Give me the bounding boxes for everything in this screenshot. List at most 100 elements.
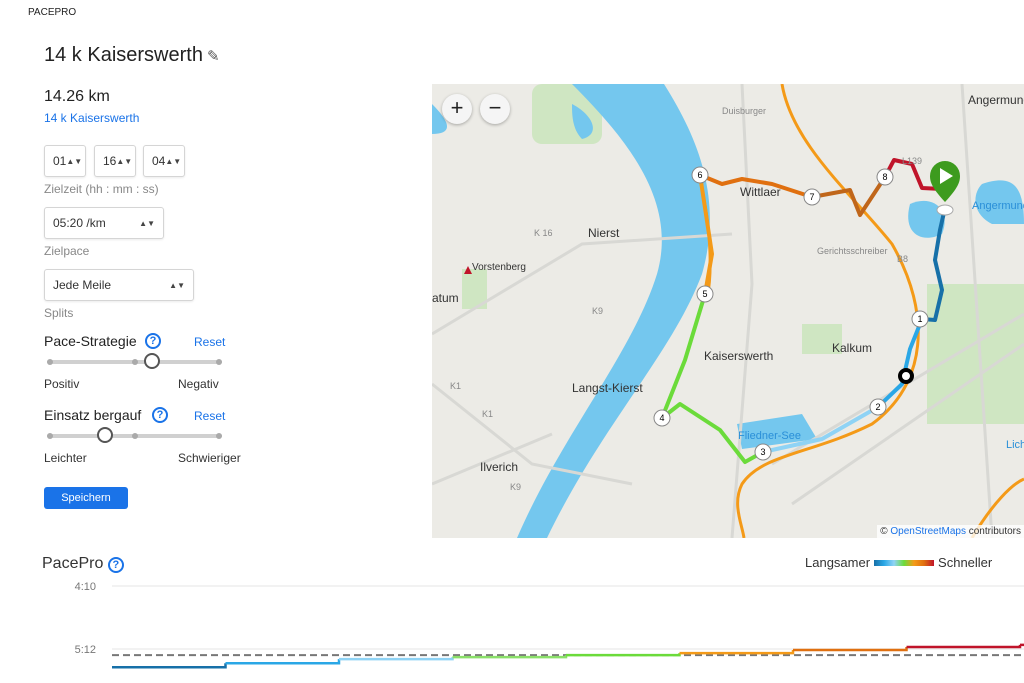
road-label: Gerichtsschreiber <box>817 246 888 256</box>
place-label: Kaiserswerth <box>704 349 773 363</box>
place-label: Nierst <box>588 226 620 240</box>
zoom-out-button[interactable]: − <box>480 94 510 124</box>
place-label: Langst-Kierst <box>572 381 643 395</box>
road-label: Duisburger <box>722 106 766 116</box>
road-label: L139 <box>902 156 922 166</box>
attribution-suffix: contributors <box>968 526 1021 537</box>
chart-legend: Langsamer Schneller <box>805 555 992 570</box>
road-label: K9 <box>592 306 603 316</box>
split-marker-label: 6 <box>697 170 702 180</box>
slider-tick <box>47 359 53 365</box>
uphill-reset[interactable]: Reset <box>194 409 225 423</box>
chart-header: PacePro ? <box>42 555 124 573</box>
app-brand: PACEPRO <box>28 7 77 18</box>
road-label: K1 <box>450 381 461 391</box>
slider-tick <box>47 433 53 439</box>
split-marker-label: 1 <box>917 314 922 324</box>
split-marker-label: 3 <box>760 447 765 457</box>
split-marker-label: 4 <box>659 413 664 423</box>
rhine-river <box>517 84 710 538</box>
split-marker-label: 8 <box>882 172 887 182</box>
splits-select[interactable]: Jede Meile ▲▼ <box>44 269 194 301</box>
map-attribution: © OpenStreetMaps contributors <box>877 525 1024 538</box>
minutes-value: 16 <box>103 154 117 168</box>
pace-segment <box>906 644 1022 649</box>
place-label: Angermund <box>968 93 1024 107</box>
pace-segment <box>679 650 795 655</box>
legend-fast: Schneller <box>938 555 993 570</box>
help-icon[interactable]: ? <box>152 407 168 423</box>
course-distance: 14.26 km <box>44 88 110 105</box>
place-label: Fliedner-See <box>738 430 801 442</box>
uphill-slider[interactable] <box>47 427 222 443</box>
pace-segment <box>339 657 454 661</box>
slider-tick <box>132 359 138 365</box>
split-marker-label: 2 <box>875 402 880 412</box>
pace-chart: 4:10 5:12 <box>75 581 1024 669</box>
save-button[interactable]: Speichern <box>44 487 128 509</box>
strategy-right-label: Negativ <box>178 377 219 391</box>
road-label: K9 <box>510 482 521 492</box>
y-tick-label: 5:12 <box>75 644 96 656</box>
place-label: atum <box>432 291 459 305</box>
map-canvas: Angermund Angermunder See Wittlaer Niers… <box>432 84 1024 538</box>
place-label: Angermunder See <box>972 200 1024 212</box>
strategy-reset[interactable]: Reset <box>194 335 225 349</box>
strategy-slider-handle[interactable] <box>144 353 160 369</box>
place-label: Ilverich <box>480 460 518 474</box>
pace-value: 05:20 /km <box>53 216 106 230</box>
minutes-select[interactable]: 16 ▲▼ <box>94 145 136 177</box>
hours-select[interactable]: 01 ▲▼ <box>44 145 86 177</box>
chart-title: PacePro <box>42 555 104 572</box>
hours-value: 01 <box>53 154 67 168</box>
uphill-slider-handle[interactable] <box>96 427 113 443</box>
split-marker-label: 5 <box>702 289 707 299</box>
slider-tick <box>216 359 222 365</box>
pace-segment <box>112 663 227 669</box>
legend-slow: Langsamer <box>805 555 871 570</box>
road-label: K 16 <box>534 228 553 238</box>
uphill-right-label: Schwieriger <box>178 451 241 465</box>
seconds-select[interactable]: 04 ▲▼ <box>143 145 185 177</box>
splits-label: Splits <box>44 306 74 320</box>
pace-segment <box>793 646 908 652</box>
help-icon[interactable]: ? <box>145 333 161 349</box>
target-pace-label: Zielpace <box>44 244 90 258</box>
place-label: Wittlaer <box>740 185 781 199</box>
uphill-title: Einsatz bergauf <box>44 407 142 423</box>
map-greens <box>462 84 1024 424</box>
osm-link[interactable]: OpenStreetMaps <box>890 526 966 537</box>
strategy-title: Pace-Strategie <box>44 333 137 349</box>
route-map[interactable]: Angermund Angermunder See Wittlaer Niers… <box>432 84 1024 538</box>
edit-pencil-icon[interactable]: ✎ <box>207 48 220 65</box>
strategy-slider[interactable] <box>47 353 222 369</box>
target-time-label: Zielzeit (hh : mm : ss) <box>44 182 159 196</box>
page-title: 14 k Kaiserswerth ✎ <box>44 44 220 67</box>
pace-select[interactable]: 05:20 /km ▲▼ <box>44 207 164 239</box>
road-label: B8 <box>897 254 908 264</box>
updown-icon: ▲▼ <box>116 156 133 166</box>
seconds-value: 04 <box>152 154 166 168</box>
updown-icon: ▲▼ <box>169 280 185 290</box>
help-icon[interactable]: ? <box>107 557 124 573</box>
splits-value: Jede Meile <box>53 278 112 292</box>
place-label: Vorstenberg <box>472 262 526 273</box>
updown-icon: ▲▼ <box>139 218 155 228</box>
updown-icon: ▲▼ <box>66 156 83 166</box>
pace-segment <box>225 659 341 665</box>
legend-gradient <box>874 559 935 566</box>
current-position-icon[interactable] <box>898 368 914 384</box>
zoom-in-button[interactable]: + <box>442 94 472 124</box>
place-label: Kalkum <box>832 341 872 355</box>
y-tick-label: 4:10 <box>75 581 96 593</box>
course-title: 14 k Kaiserswerth <box>44 44 203 66</box>
pace-segment <box>566 653 681 657</box>
split-marker-label: 7 <box>809 192 814 202</box>
slider-tick <box>216 433 222 439</box>
slider-tick <box>132 433 138 439</box>
uphill-left-label: Leichter <box>44 451 87 465</box>
copyright: © <box>880 526 888 537</box>
updown-icon: ▲▼ <box>165 156 182 166</box>
course-link[interactable]: 14 k Kaiserswerth <box>44 111 139 125</box>
place-label: Lich <box>1006 439 1024 451</box>
